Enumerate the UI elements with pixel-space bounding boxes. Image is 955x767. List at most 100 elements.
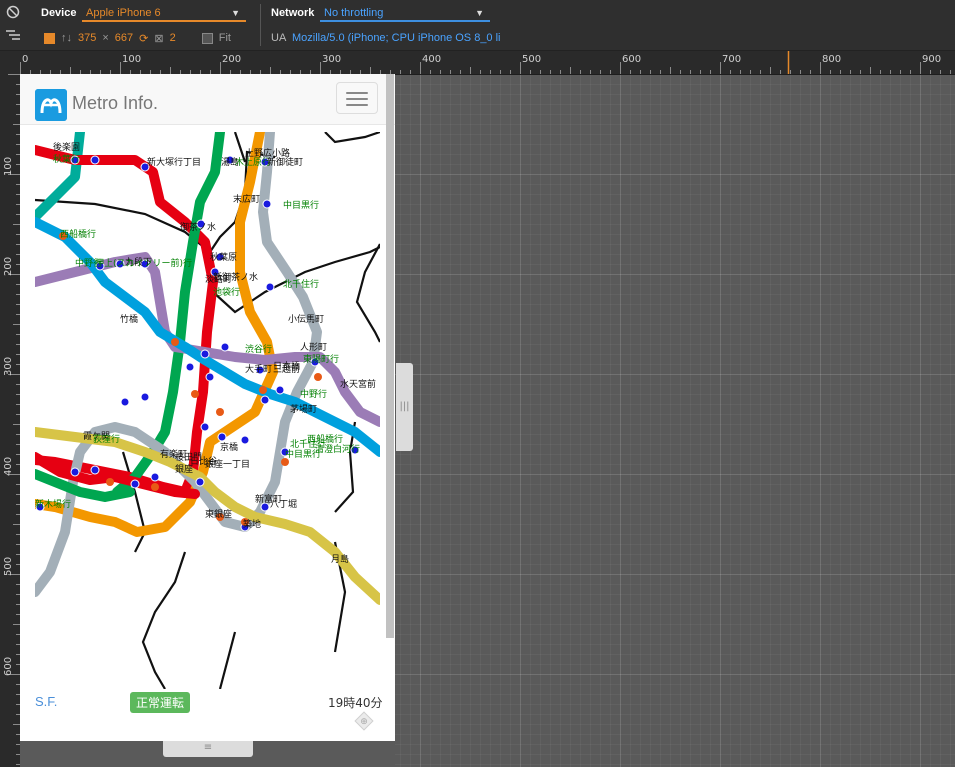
station-dot[interactable]: [130, 479, 140, 489]
ruler-label: 100: [3, 157, 14, 176]
station-label: 清澄白河行: [315, 443, 360, 455]
ruler-label: 100: [122, 54, 141, 65]
ruler-label: 200: [222, 54, 241, 65]
update-time: 19時40分: [328, 696, 383, 710]
ruler-label: 0: [22, 54, 28, 65]
station-dot[interactable]: [140, 392, 150, 402]
station-label: 八丁堀: [270, 499, 297, 510]
train-marker[interactable]: [171, 338, 179, 346]
ruler-label: 800: [822, 54, 841, 65]
hamburger-icon: [346, 92, 368, 94]
svg-text:⊕: ⊕: [360, 717, 368, 727]
station-label: 池袋行: [213, 286, 240, 298]
station-dot[interactable]: [262, 199, 272, 209]
device-select-value: Apple iPhone 6: [86, 7, 161, 19]
no-entry-icon[interactable]: [6, 5, 20, 19]
station-dot[interactable]: [185, 362, 195, 372]
station-dot[interactable]: [90, 465, 100, 475]
metro-logo-icon[interactable]: [35, 89, 67, 121]
station-label: 竹橋: [120, 313, 138, 325]
device-toolbar: Device Apple iPhone 6 ▼ Network No throt…: [0, 0, 955, 51]
network-select[interactable]: No throttling ▼: [320, 4, 490, 22]
ua-label: UA: [271, 32, 287, 44]
metro-map[interactable]: 後楽園秋葉行 新大塚行丁目上野広小路湯島木上原行新御徒町末広町中目黒行御茶ノ水秋葉…: [35, 132, 380, 689]
train-marker[interactable]: [314, 373, 322, 381]
ruler-label: 900: [922, 54, 941, 65]
station-label: 新御徒町: [267, 156, 303, 168]
station-label: 日比谷: [190, 455, 217, 467]
station-dot[interactable]: [90, 155, 100, 165]
station-dot[interactable]: [275, 385, 285, 395]
device-pixel-ratio-field[interactable]: 2: [170, 32, 176, 44]
ruler-label: 600: [622, 54, 641, 65]
station-label: 渋谷行: [245, 343, 272, 355]
height-field[interactable]: 667: [115, 32, 133, 44]
train-marker[interactable]: [151, 483, 159, 491]
vertical-scrollbar[interactable]: [386, 74, 394, 638]
sf-label[interactable]: S.F.: [35, 694, 57, 709]
station-dot[interactable]: [120, 397, 130, 407]
emulate-resolution-checkbox[interactable]: [44, 32, 55, 44]
ward-boundary: [218, 631, 237, 689]
network-select-value: No throttling: [324, 7, 384, 19]
station-dot[interactable]: [205, 372, 215, 382]
chevron-down-icon: ▼: [475, 8, 484, 18]
station-label: 御茶ノ水: [180, 221, 216, 233]
station-dot[interactable]: [220, 342, 230, 352]
scrollbar-thumb[interactable]: [386, 74, 394, 638]
fit-checkbox[interactable]: [201, 32, 213, 44]
zoom-control-icon[interactable]: ⊕: [353, 710, 375, 732]
hamburger-bar: [346, 98, 368, 100]
menu-button[interactable]: [336, 82, 378, 114]
station-dot[interactable]: [217, 432, 227, 442]
brand-title[interactable]: Metro Info.: [72, 93, 158, 114]
app-footer: S.F. 正常運転 19時40分 ⊕: [20, 689, 395, 741]
station-label: 新大塚行丁目: [147, 156, 201, 168]
resize-handle-right[interactable]: |||: [396, 363, 413, 451]
fit-label: Fit: [218, 32, 231, 44]
ua-input[interactable]: Mozilla/5.0 (iPhone; CPU iPhone OS 8_0 l…: [292, 32, 502, 44]
swap-dimensions-icon[interactable]: ⟳: [139, 32, 148, 45]
station-label: 小伝馬町: [288, 314, 324, 325]
station-dot[interactable]: [70, 467, 80, 477]
station-label: 東陽町行: [303, 353, 339, 365]
device-select[interactable]: Apple iPhone 6 ▼: [82, 4, 246, 22]
ruler-label: 200: [3, 257, 14, 276]
dimensions-row: ↑↓ 375 × 667 ⟳ ⊠ 2 Fit: [44, 30, 231, 46]
device-viewport[interactable]: Metro Info. 後楽園 秋葉行 新大塚行丁目 上野広小路 湯島 木上原行 新御徒町末…: [20, 74, 395, 741]
station-label: 秋葉原: [210, 251, 237, 263]
ward-boundary: [141, 551, 187, 689]
station-dot[interactable]: [240, 435, 250, 445]
network-label: Network: [271, 7, 315, 19]
ward-boundaries: [35, 132, 380, 689]
train-marker[interactable]: [106, 478, 114, 486]
ruler-top: 0 100 200 300 400 500 600 700 800 900: [0, 51, 955, 75]
station-dot[interactable]: [195, 477, 205, 487]
station-label: 荻窪行: [93, 433, 120, 445]
station-dot[interactable]: [200, 422, 210, 432]
ruler-label: 500: [3, 557, 14, 576]
width-field[interactable]: 375: [78, 32, 96, 44]
station-label: 大手町: [245, 363, 272, 375]
ruler-label: 300: [322, 54, 341, 65]
train-marker[interactable]: [216, 408, 224, 416]
station-dot[interactable]: [265, 282, 275, 292]
train-marker[interactable]: [259, 386, 267, 394]
station-label: 北千住行: [283, 278, 319, 290]
station-label: 中野行: [300, 388, 327, 400]
toolbar-divider: [260, 4, 261, 46]
station-dot[interactable]: [150, 472, 160, 482]
station-label: 秋葉行: [53, 153, 80, 165]
station-label: 西船橋行: [60, 228, 96, 240]
station-label: 中目黒行: [283, 199, 319, 211]
resize-handle-bottom[interactable]: ≡: [163, 741, 253, 757]
station-label: 月島: [331, 553, 349, 565]
station-label: 築地: [243, 518, 261, 530]
train-marker[interactable]: [191, 390, 199, 398]
station-label: 水天宮前: [340, 378, 376, 390]
station-dot[interactable]: [200, 349, 210, 359]
station-label: 人形町: [300, 341, 327, 353]
station-dot[interactable]: [260, 395, 270, 405]
media-query-icon[interactable]: [5, 28, 21, 42]
ruler-label: 400: [3, 457, 14, 476]
